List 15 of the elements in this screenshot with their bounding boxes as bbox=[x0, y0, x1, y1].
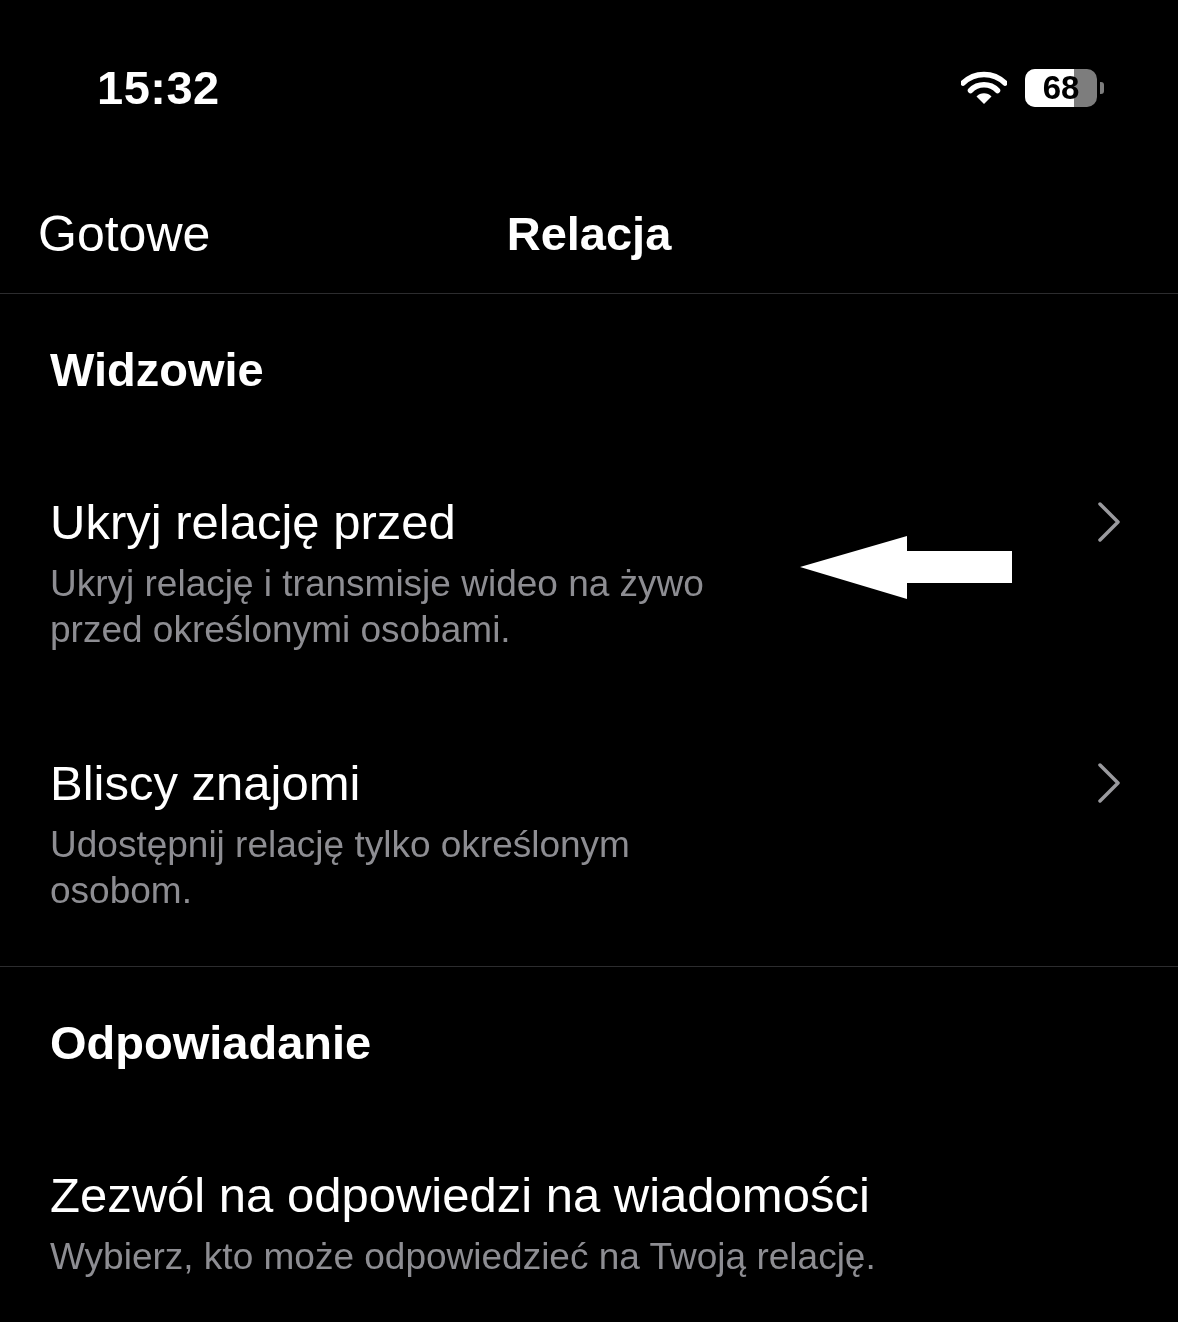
chevron-right-icon[interactable] bbox=[1098, 502, 1120, 542]
setting-title[interactable]: Zezwól na odpowiedzi na wiadomości bbox=[50, 1166, 870, 1224]
section-heading: Odpowiadanie bbox=[49, 1015, 373, 1071]
setting-description: Wybierz, kto może odpowiedzieć na Twoją relację. bbox=[50, 1235, 876, 1279]
setting-description: Ukryj relację i transmisje wideo na żywo przed określonymi osobami. bbox=[50, 562, 705, 652]
screen-title: Relacja bbox=[506, 205, 672, 262]
setting-description: Udostępnij relację tylko określonym osobom. bbox=[50, 823, 631, 913]
status-time: 15:32 bbox=[97, 60, 220, 115]
setting-title[interactable]: Bliscy znajomi bbox=[50, 754, 361, 812]
wifi-icon bbox=[961, 70, 1007, 105]
chevron-right-icon[interactable] bbox=[1098, 763, 1120, 803]
battery-percentage: 68 bbox=[1042, 71, 1080, 104]
section-heading: Widzowie bbox=[49, 342, 265, 398]
setting-title[interactable]: Ukryj relację przed bbox=[50, 493, 456, 551]
done-button[interactable]: Gotowe bbox=[38, 204, 211, 264]
